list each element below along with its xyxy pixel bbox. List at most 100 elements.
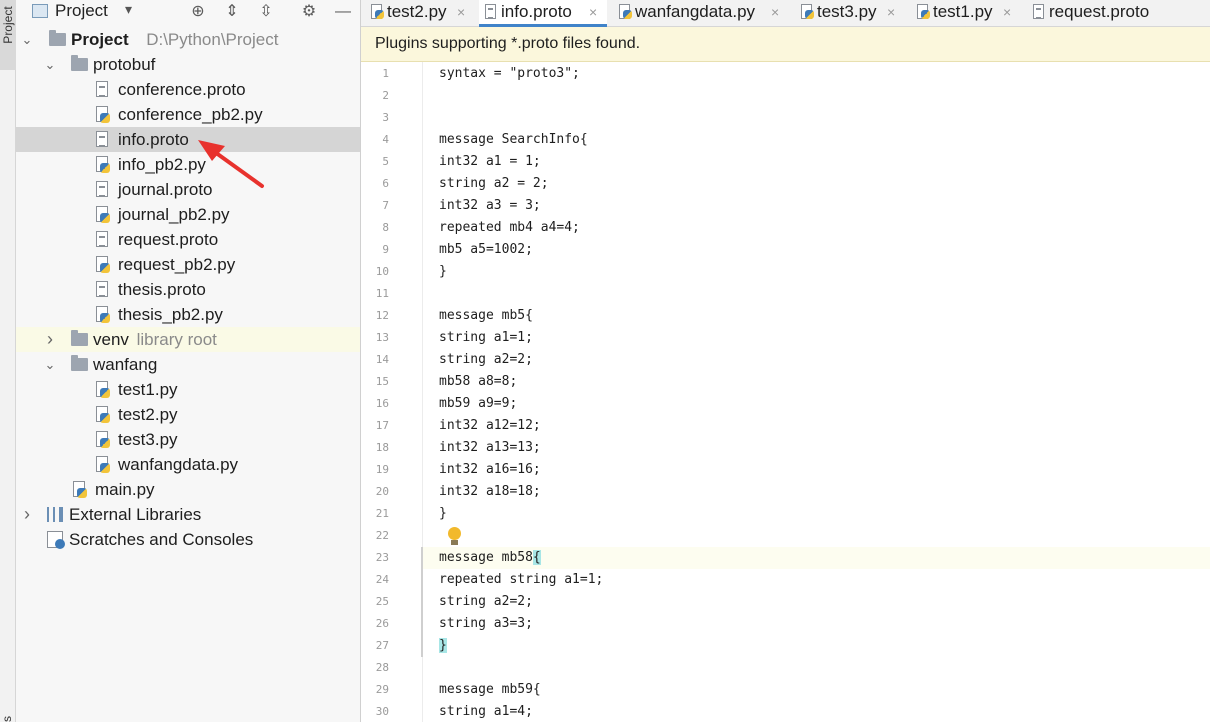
chevron-right-icon[interactable]: › (20, 502, 34, 527)
chevron-down-icon[interactable]: ⌄ (43, 52, 57, 77)
code-line[interactable]: string a2=2; (423, 591, 1210, 613)
line-number: 23 (375, 551, 389, 564)
project-tool-tab[interactable]: Project (0, 0, 16, 70)
python-file-icon (96, 431, 110, 448)
tree-item-request-pb2-py[interactable]: request_pb2.py (16, 252, 360, 277)
tree-item-conference-proto[interactable]: conference.proto (16, 77, 360, 102)
line-number: 18 (375, 441, 389, 454)
editor-tab-info-proto[interactable]: info.proto × (479, 0, 607, 27)
tree-item-protobuf[interactable]: ⌄ protobuf (16, 52, 360, 77)
expand-all-icon[interactable]: ⇕ (222, 2, 242, 22)
bookmarks-tool-label[interactable]: rks (0, 682, 14, 722)
tree-item-label: request.proto (118, 230, 219, 249)
tree-item-venv[interactable]: › venv library root (16, 327, 360, 352)
tree-item-request-proto[interactable]: request.proto (16, 227, 360, 252)
code-line[interactable]: int32 a12=12; (423, 415, 1210, 437)
tree-item-conference-pb2-py[interactable]: conference_pb2.py (16, 102, 360, 127)
code-line[interactable]: int32 a1 = 1; (423, 151, 1210, 173)
tree-item-label: conference_pb2.py (118, 105, 263, 124)
tree-item-thesis-pb2-py[interactable]: thesis_pb2.py (16, 302, 360, 327)
tree-item-journal-proto[interactable]: journal.proto (16, 177, 360, 202)
code-line[interactable]: mb58 a8=8; (423, 371, 1210, 393)
code-line[interactable] (423, 85, 1210, 107)
tree-item-scratches-and-consoles[interactable]: Scratches and Consoles (16, 527, 360, 552)
gear-icon[interactable]: ⚙ (299, 2, 319, 22)
editor-tab-test1-py[interactable]: test1.py × (911, 0, 1021, 27)
code-line[interactable]: repeated mb4 a4=4; (423, 217, 1210, 239)
tree-item-test1-py[interactable]: test1.py (16, 377, 360, 402)
line-number: 6 (382, 177, 389, 190)
close-icon[interactable]: × (457, 0, 465, 24)
tree-item-info-proto[interactable]: info.proto (16, 127, 360, 152)
crosshair-icon[interactable]: ⊕ (188, 2, 208, 22)
tree-item-label: wanfangdata.py (118, 455, 239, 474)
python-file-icon (96, 156, 110, 173)
code-line[interactable]: mb59 a9=9; (423, 393, 1210, 415)
editor-tab-wanfangdata-py[interactable]: wanfangdata.py × (613, 0, 789, 27)
tree-item-wanfangdata-py[interactable]: wanfangdata.py (16, 452, 360, 477)
editor-tab-test3-py[interactable]: test3.py × (795, 0, 905, 27)
code-line[interactable]: int32 a13=13; (423, 437, 1210, 459)
line-number: 1 (382, 67, 389, 80)
tree-item-test2-py[interactable]: test2.py (16, 402, 360, 427)
python-file-icon (96, 306, 110, 323)
code-line[interactable]: int32 a16=16; (423, 459, 1210, 481)
tree-item-label: External Libraries (69, 505, 202, 524)
tree-item-test3-py[interactable]: test3.py (16, 427, 360, 452)
editor-tab-label: test1.py (933, 2, 993, 21)
line-number: 28 (375, 661, 389, 674)
code-line[interactable] (423, 525, 1210, 547)
editor-tab-request-proto[interactable]: request.proto (1027, 0, 1197, 27)
code-line[interactable]: message mb59{ (423, 679, 1210, 701)
chevron-down-icon[interactable]: ⌄ (43, 352, 57, 377)
chevron-down-icon[interactable]: ▾ (125, 1, 132, 18)
close-icon[interactable]: × (1003, 0, 1011, 24)
tree-item-external-libraries[interactable]: › External Libraries (16, 502, 360, 527)
plugin-banner: Plugins supporting *.proto files found. (361, 27, 1210, 62)
code-line[interactable] (423, 107, 1210, 129)
code-line[interactable]: message mb58{ (423, 547, 1210, 569)
tree-item-project[interactable]: ⌄ Project D:\Python\Project (16, 27, 360, 52)
code-area[interactable]: syntax = "proto3"; message SearchInfo{int… (423, 62, 1210, 722)
line-number: 5 (382, 155, 389, 168)
code-line[interactable] (423, 283, 1210, 305)
tree-item-wanfang[interactable]: ⌄ wanfang (16, 352, 360, 377)
code-line[interactable]: message mb5{ (423, 305, 1210, 327)
code-line[interactable]: string a2 = 2; (423, 173, 1210, 195)
folder-icon (71, 355, 88, 371)
editor-tab-label: test2.py (387, 2, 447, 21)
close-icon[interactable]: × (771, 0, 779, 24)
chevron-down-icon[interactable]: ⌄ (20, 27, 34, 52)
tree-item-thesis-proto[interactable]: thesis.proto (16, 277, 360, 302)
code-line[interactable]: int32 a3 = 3; (423, 195, 1210, 217)
code-line[interactable]: message SearchInfo{ (423, 129, 1210, 151)
tree-item-journal-pb2-py[interactable]: journal_pb2.py (16, 202, 360, 227)
tree-item-info-pb2-py[interactable]: info_pb2.py (16, 152, 360, 177)
code-line[interactable]: } (423, 503, 1210, 525)
code-line[interactable]: } (423, 635, 1210, 657)
code-line[interactable]: repeated string a1=1; (423, 569, 1210, 591)
code-line[interactable]: string a3=3; (423, 613, 1210, 635)
python-file-icon (96, 206, 110, 223)
close-icon[interactable]: × (887, 0, 895, 24)
minimize-icon[interactable]: — (333, 2, 353, 22)
code-line[interactable]: string a1=4; (423, 701, 1210, 722)
tree-item-label: conference.proto (118, 80, 246, 99)
tree-item-main-py[interactable]: main.py (16, 477, 360, 502)
collapse-all-icon[interactable]: ⇳ (256, 2, 276, 22)
code-line[interactable] (423, 657, 1210, 679)
code-line[interactable]: syntax = "proto3"; (423, 63, 1210, 85)
close-icon[interactable]: × (589, 0, 597, 24)
code-line[interactable]: mb5 a5=1002; (423, 239, 1210, 261)
chevron-right-icon[interactable]: › (43, 327, 57, 352)
code-line[interactable]: int32 a18=18; (423, 481, 1210, 503)
code-line[interactable]: string a2=2; (423, 349, 1210, 371)
code-line[interactable]: } (423, 261, 1210, 283)
line-number: 21 (375, 507, 389, 520)
editor-tab-test2-py[interactable]: test2.py × (365, 0, 475, 27)
python-file-icon (619, 4, 632, 19)
proto-file-icon (96, 281, 108, 297)
code-line[interactable]: string a1=1; (423, 327, 1210, 349)
lightbulb-icon[interactable] (447, 527, 461, 547)
project-panel-title[interactable]: Project (55, 1, 108, 21)
